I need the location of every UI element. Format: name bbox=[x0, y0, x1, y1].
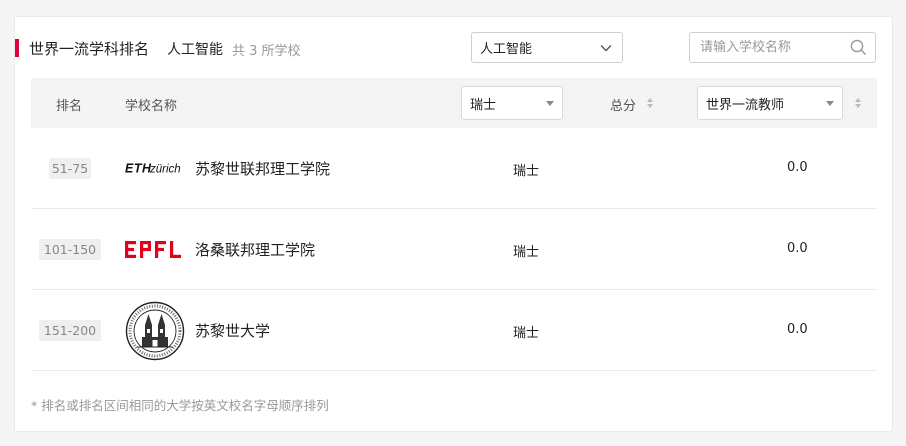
uzh-seal-icon bbox=[125, 301, 185, 361]
search-icon[interactable] bbox=[850, 39, 867, 56]
chevron-down-icon bbox=[600, 44, 612, 51]
svg-text:ETH: ETH bbox=[125, 162, 152, 176]
rank-column-header: 排名 bbox=[56, 99, 83, 114]
rank-badge: 101-150 bbox=[39, 239, 101, 260]
school-search[interactable] bbox=[689, 32, 876, 63]
school-country: 瑞士 bbox=[513, 326, 540, 341]
school-score: 0.0 bbox=[787, 322, 808, 337]
indicator-filter-select[interactable]: 世界一流教师 bbox=[697, 86, 843, 120]
country-filter-select[interactable]: 瑞士 bbox=[461, 86, 563, 120]
caret-down-icon bbox=[826, 100, 834, 106]
subject-label: 人工智能 bbox=[167, 42, 223, 58]
subject-select[interactable]: 人工智能 bbox=[471, 32, 623, 63]
school-name[interactable]: 苏黎世大学 bbox=[195, 320, 270, 341]
subject-select-value: 人工智能 bbox=[480, 42, 533, 57]
school-count: 共 3 所学校 bbox=[232, 44, 301, 59]
ranking-title: 世界一流学科排名 bbox=[29, 40, 150, 58]
school-country: 瑞士 bbox=[513, 164, 540, 179]
table-row[interactable]: 101-150 洛桑联邦理工学院 瑞士 0.0 bbox=[31, 209, 877, 290]
ranking-card: 世界一流学科排名 人工智能 共 3 所学校 人工智能 排名 学校名称 瑞士 总分… bbox=[14, 16, 893, 432]
school-score: 0.0 bbox=[787, 160, 808, 175]
table-row[interactable]: 151-200 苏黎世大学 瑞士 0.0 bbox=[31, 290, 877, 371]
table-row[interactable]: 51-75 ETH zürich 苏黎世联邦理工学院 瑞士 0.0 bbox=[31, 128, 877, 209]
school-name[interactable]: 苏黎世联邦理工学院 bbox=[195, 158, 330, 179]
country-filter-value: 瑞士 bbox=[470, 97, 497, 113]
indicator-filter-value: 世界一流教师 bbox=[706, 97, 785, 113]
search-input[interactable] bbox=[700, 40, 850, 55]
rank-badge: 151-200 bbox=[39, 320, 101, 341]
title-accent-bar bbox=[15, 39, 19, 57]
caret-down-icon bbox=[546, 100, 554, 106]
epfl-logo bbox=[125, 240, 185, 259]
school-score: 0.0 bbox=[787, 241, 808, 256]
sort-icon[interactable] bbox=[855, 98, 861, 108]
school-column-header: 学校名称 bbox=[125, 99, 178, 114]
svg-text:zürich: zürich bbox=[149, 164, 181, 176]
school-country: 瑞士 bbox=[513, 245, 540, 260]
rank-badge: 51-75 bbox=[49, 158, 91, 179]
sort-icon[interactable] bbox=[647, 98, 653, 108]
total-score-column-header[interactable]: 总分 bbox=[610, 95, 636, 114]
eth-zurich-logo: ETH zürich bbox=[125, 160, 187, 176]
school-name[interactable]: 洛桑联邦理工学院 bbox=[195, 239, 315, 260]
table-header: 排名 学校名称 瑞士 总分 世界一流教师 bbox=[31, 78, 877, 128]
ranking-footnote: * 排名或排名区间相同的大学按英文校名字母顺序排列 bbox=[31, 398, 329, 413]
